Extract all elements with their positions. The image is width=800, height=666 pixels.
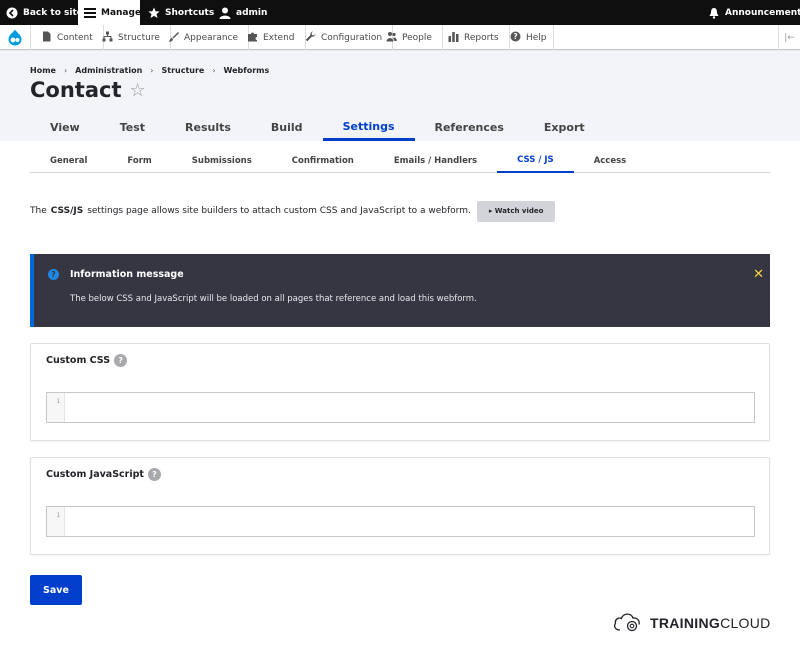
line-number: 1 bbox=[47, 393, 65, 422]
tab-results[interactable]: Results bbox=[165, 114, 251, 141]
manage-label: Manage bbox=[101, 7, 142, 18]
admin-tray: Content Structure Appearance Extend Conf… bbox=[0, 25, 800, 50]
puzzle-icon bbox=[247, 31, 258, 45]
breadcrumb: Home › Administration › Structure › Webf… bbox=[30, 66, 269, 75]
subtab-general[interactable]: General bbox=[30, 149, 107, 173]
page-header: Home › Administration › Structure › Webf… bbox=[0, 51, 800, 141]
brand-bold: TRAINING bbox=[650, 615, 721, 631]
tray-item-label: People bbox=[402, 32, 432, 43]
page-title: Contact ☆ bbox=[30, 78, 146, 102]
help-icon[interactable]: ? bbox=[147, 468, 161, 481]
tray-item-label: Content bbox=[57, 32, 93, 43]
custom-js-label-text: Custom JavaScript bbox=[46, 469, 144, 480]
intro-before: The bbox=[30, 206, 47, 216]
back-arrow-icon bbox=[6, 7, 18, 19]
tray-item-label: Reports bbox=[464, 32, 499, 43]
custom-css-label: Custom CSS ? bbox=[46, 354, 128, 367]
subtab-access[interactable]: Access bbox=[574, 149, 647, 173]
tab-view[interactable]: View bbox=[30, 114, 100, 141]
tray-item-reports[interactable]: Reports bbox=[438, 25, 510, 50]
announcements-tab[interactable]: Announcements bbox=[708, 0, 800, 25]
manage-tab[interactable]: Manage bbox=[78, 0, 142, 25]
page-title-text: Contact bbox=[30, 78, 122, 102]
back-to-site-label: Back to site bbox=[23, 7, 83, 18]
tab-build[interactable]: Build bbox=[251, 114, 323, 141]
user-tab[interactable]: admin bbox=[219, 0, 267, 25]
tray-item-label: Help bbox=[526, 32, 547, 43]
brand-rest: CLOUD bbox=[720, 615, 771, 631]
tray-item-people[interactable]: People bbox=[376, 25, 443, 50]
breadcrumb-separator: › bbox=[212, 66, 216, 75]
breadcrumb-separator: › bbox=[63, 66, 68, 75]
announcements-label: Announcements bbox=[725, 7, 800, 18]
paintbrush-icon bbox=[168, 31, 179, 45]
tray-item-label: Structure bbox=[118, 32, 160, 43]
save-button[interactable]: Save bbox=[30, 575, 82, 605]
tab-export[interactable]: Export bbox=[524, 114, 605, 141]
custom-css-fieldset: Custom CSS ? 1 bbox=[30, 343, 770, 441]
close-icon[interactable]: ✕ bbox=[753, 267, 764, 282]
back-to-site-link[interactable]: Back to site bbox=[6, 0, 83, 25]
tray-item-label: Appearance bbox=[184, 32, 239, 43]
user-label: admin bbox=[236, 7, 268, 18]
breadcrumb-structure[interactable]: Structure bbox=[161, 66, 204, 75]
intro-text: The CSS/JS settings page allows site bui… bbox=[30, 200, 556, 222]
subtab-css-js[interactable]: CSS / JS bbox=[497, 149, 574, 173]
wrench-icon bbox=[305, 31, 316, 45]
line-number: 1 bbox=[47, 507, 65, 536]
breadcrumb-separator: › bbox=[150, 66, 154, 75]
tray-item-label: Configuration bbox=[321, 32, 383, 43]
tab-references[interactable]: References bbox=[415, 114, 524, 141]
shortcuts-label: Shortcuts bbox=[165, 7, 215, 18]
tray-item-appearance[interactable]: Appearance bbox=[158, 25, 250, 50]
primary-tabs: View Test Results Build Settings Referen… bbox=[30, 114, 605, 141]
breadcrumb-administration[interactable]: Administration bbox=[75, 66, 142, 75]
people-icon bbox=[386, 31, 397, 45]
document-icon bbox=[41, 31, 52, 45]
custom-js-label: Custom JavaScript ? bbox=[46, 468, 161, 481]
cloud-icon bbox=[612, 609, 642, 637]
message-title: Information message bbox=[70, 269, 184, 280]
tab-settings[interactable]: Settings bbox=[322, 114, 415, 141]
custom-css-label-text: Custom CSS bbox=[46, 355, 111, 366]
breadcrumb-webforms[interactable]: Webforms bbox=[224, 66, 270, 75]
subtab-form[interactable]: Form bbox=[107, 149, 171, 173]
subtab-emails-handlers[interactable]: Emails / Handlers bbox=[374, 149, 497, 173]
favorite-star-icon[interactable]: ☆ bbox=[130, 80, 146, 101]
subtab-submissions[interactable]: Submissions bbox=[172, 149, 272, 173]
custom-js-editor[interactable]: 1 bbox=[46, 506, 755, 537]
info-icon: ? bbox=[48, 269, 59, 280]
intro-bold: CSS/JS bbox=[50, 206, 84, 216]
help-icon[interactable]: ? bbox=[114, 354, 128, 367]
brand-wordmark: TRAININGCLOUD bbox=[650, 615, 771, 631]
admin-toolbar: Back to site Manage Shortcuts admin Anno… bbox=[0, 0, 800, 25]
user-icon bbox=[219, 7, 231, 19]
shortcuts-tab[interactable]: Shortcuts bbox=[148, 0, 214, 25]
secondary-tabs: General Form Submissions Confirmation Em… bbox=[30, 149, 770, 173]
svg-text:?: ? bbox=[513, 32, 517, 41]
watch-video-button[interactable]: ▸ Watch video bbox=[476, 200, 556, 222]
custom-css-editor[interactable]: 1 bbox=[46, 392, 755, 423]
help-circle-icon: ? bbox=[510, 31, 521, 45]
hamburger-menu-icon bbox=[84, 7, 96, 19]
tray-orientation-toggle[interactable]: |← bbox=[778, 25, 800, 50]
message-text: The below CSS and JavaScript will be loa… bbox=[70, 294, 477, 304]
intro-after: settings page allows site builders to at… bbox=[87, 206, 471, 216]
tab-test[interactable]: Test bbox=[100, 114, 165, 141]
tray-item-help[interactable]: ? Help bbox=[500, 25, 554, 50]
drupal-logo-icon[interactable] bbox=[0, 25, 31, 50]
sitemap-icon bbox=[102, 31, 113, 45]
bell-icon bbox=[708, 7, 720, 19]
star-icon bbox=[148, 7, 160, 19]
subtab-confirmation[interactable]: Confirmation bbox=[272, 149, 374, 173]
breadcrumb-home[interactable]: Home bbox=[30, 66, 56, 75]
bar-chart-icon bbox=[448, 31, 459, 45]
custom-js-fieldset: Custom JavaScript ? 1 bbox=[30, 457, 770, 555]
trainingcloud-logo: TRAININGCLOUD bbox=[612, 609, 771, 637]
information-message: ? Information message The below CSS and … bbox=[30, 254, 770, 327]
tray-item-label: Extend bbox=[263, 32, 295, 43]
